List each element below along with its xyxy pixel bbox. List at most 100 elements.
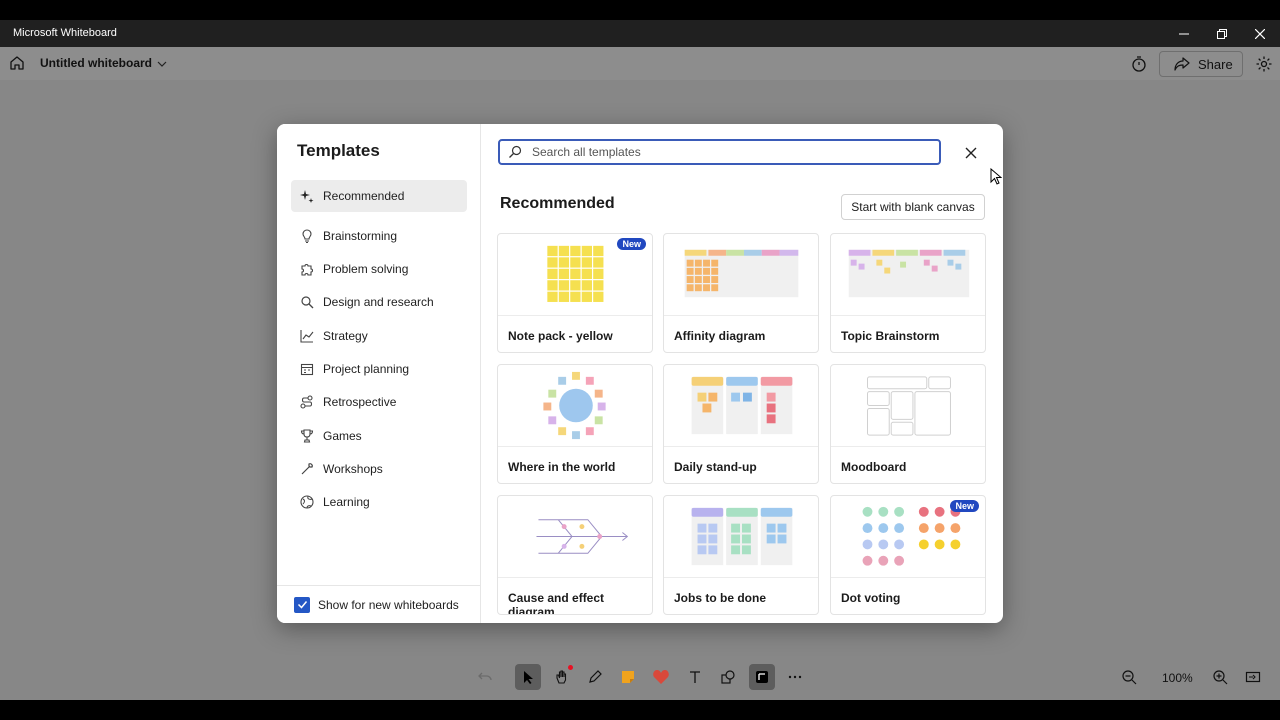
category-label: Project planning (323, 362, 410, 376)
minimize-button[interactable] (1165, 20, 1203, 47)
template-thumbnail (831, 249, 985, 316)
fit-to-screen-button[interactable] (1240, 664, 1266, 690)
pen-tool[interactable] (582, 664, 608, 690)
more-icon (788, 675, 802, 679)
trophy-icon (300, 429, 314, 443)
template-label: Daily stand-up (674, 460, 757, 474)
category-item-retrospective[interactable]: Retrospective (291, 386, 467, 418)
template-thumbnail (498, 519, 652, 578)
search-input[interactable] (532, 145, 912, 159)
category-label: Learning (323, 495, 370, 509)
app-window: Microsoft Whiteboard Untitled whiteboard… (0, 0, 1280, 720)
blank-canvas-button[interactable]: Start with blank canvas (841, 194, 985, 220)
zoom-in-button[interactable] (1207, 664, 1233, 690)
zoom-out-icon (1122, 670, 1137, 685)
template-thumbnail (664, 507, 818, 578)
notification-dot (568, 665, 573, 670)
category-item-games[interactable]: Games (291, 420, 467, 452)
share-button[interactable]: Share (1159, 51, 1243, 77)
chevron-down-icon[interactable] (156, 58, 168, 70)
window-title: Microsoft Whiteboard (13, 27, 117, 39)
reactions-tool[interactable] (648, 664, 674, 690)
category-item-design-and-research[interactable]: Design and research (291, 286, 467, 318)
category-item-project-planning[interactable]: Project planning (291, 353, 467, 385)
template-card-note-pack-yellow[interactable]: New Note pack - yellow (497, 233, 653, 353)
templates-dialog: Templates Recommended Brainstorming Proble… (277, 124, 1003, 623)
template-card-daily-stand-up[interactable]: Daily stand-up (663, 364, 819, 484)
template-card-jobs-to-be-done[interactable]: Jobs to be done (663, 495, 819, 615)
show-for-new-row[interactable]: Show for new whiteboards (277, 585, 481, 623)
bottom-toolbar (470, 662, 810, 692)
category-label: Recommended (323, 189, 405, 203)
zoom-out-button[interactable] (1116, 664, 1142, 690)
template-label: Dot voting (841, 591, 901, 605)
template-thumbnail (498, 371, 652, 447)
sticky-note-tool[interactable] (615, 664, 641, 690)
pen-icon (589, 670, 602, 683)
template-label: Affinity diagram (674, 329, 766, 343)
templates-tool[interactable] (749, 664, 775, 690)
category-label: Games (323, 429, 362, 443)
globe-icon (300, 495, 314, 509)
show-for-new-checkbox[interactable] (294, 596, 310, 613)
calendar-icon (300, 363, 314, 376)
template-card-affinity-diagram[interactable]: Affinity diagram (663, 233, 819, 353)
text-tool[interactable] (682, 664, 708, 690)
close-window-button[interactable] (1241, 20, 1279, 47)
close-dialog-button[interactable] (962, 144, 980, 162)
home-icon[interactable] (8, 54, 26, 72)
pan-tool[interactable] (549, 664, 575, 690)
template-card-where-in-the-world[interactable]: Where in the world (497, 364, 653, 484)
category-item-strategy[interactable]: Strategy (291, 320, 467, 352)
template-thumbnail (664, 249, 818, 316)
template-categories-panel: Templates Recommended Brainstorming Proble… (277, 124, 481, 623)
undo-button[interactable] (472, 664, 498, 690)
more-tools-button[interactable] (782, 664, 808, 690)
template-label: Cause and effect diagram (508, 591, 605, 615)
template-search[interactable] (498, 139, 941, 165)
template-label: Where in the world (508, 460, 616, 474)
category-item-problem-solving[interactable]: Problem solving (291, 253, 467, 285)
template-label: Jobs to be done (674, 591, 767, 605)
template-thumbnail (831, 376, 985, 447)
template-thumbnail (664, 376, 818, 447)
title-bar: Microsoft Whiteboard (0, 20, 1280, 47)
timer-icon[interactable] (1130, 55, 1148, 73)
share-icon (1174, 57, 1190, 71)
section-title: Recommended (500, 195, 615, 212)
sticky-note-icon (622, 671, 634, 683)
zoom-level[interactable]: 100% (1162, 671, 1193, 685)
new-badge: New (617, 238, 646, 250)
flow-icon (300, 395, 313, 409)
search-icon (509, 145, 522, 158)
category-item-brainstorming[interactable]: Brainstorming (291, 220, 467, 252)
shapes-icon (721, 670, 735, 684)
template-card-cause-and-effect-diagram[interactable]: Cause and effect diagram (497, 495, 653, 615)
category-label: Design and research (323, 295, 434, 309)
board-title[interactable]: Untitled whiteboard (40, 56, 152, 70)
undo-icon (478, 672, 492, 681)
category-item-recommended[interactable]: Recommended (291, 180, 467, 212)
tools-icon (301, 463, 313, 475)
template-card-topic-brainstorm[interactable]: Topic Brainstorm (830, 233, 986, 353)
category-item-learning[interactable]: Learning (291, 486, 467, 518)
template-label: Moodboard (841, 460, 907, 474)
fit-screen-icon (1245, 671, 1261, 683)
template-card-dot-voting[interactable]: New Dot voting (830, 495, 986, 615)
templates-icon (756, 671, 768, 683)
template-card-moodboard[interactable]: Moodboard (830, 364, 986, 484)
mouse-cursor (990, 168, 1002, 185)
gear-icon[interactable] (1255, 55, 1273, 73)
search-icon (301, 296, 314, 309)
restore-button[interactable] (1203, 20, 1241, 47)
select-tool[interactable] (515, 664, 541, 690)
close-icon (1255, 28, 1265, 39)
app-bar: Untitled whiteboard Share (0, 47, 1280, 80)
checkmark-icon (297, 601, 307, 609)
text-icon (690, 671, 700, 683)
zoom-controls: 100% (1112, 662, 1272, 692)
category-item-workshops[interactable]: Workshops (291, 453, 467, 485)
chart-line-icon (300, 330, 314, 343)
shapes-tool[interactable] (715, 664, 741, 690)
puzzle-icon (301, 263, 314, 276)
